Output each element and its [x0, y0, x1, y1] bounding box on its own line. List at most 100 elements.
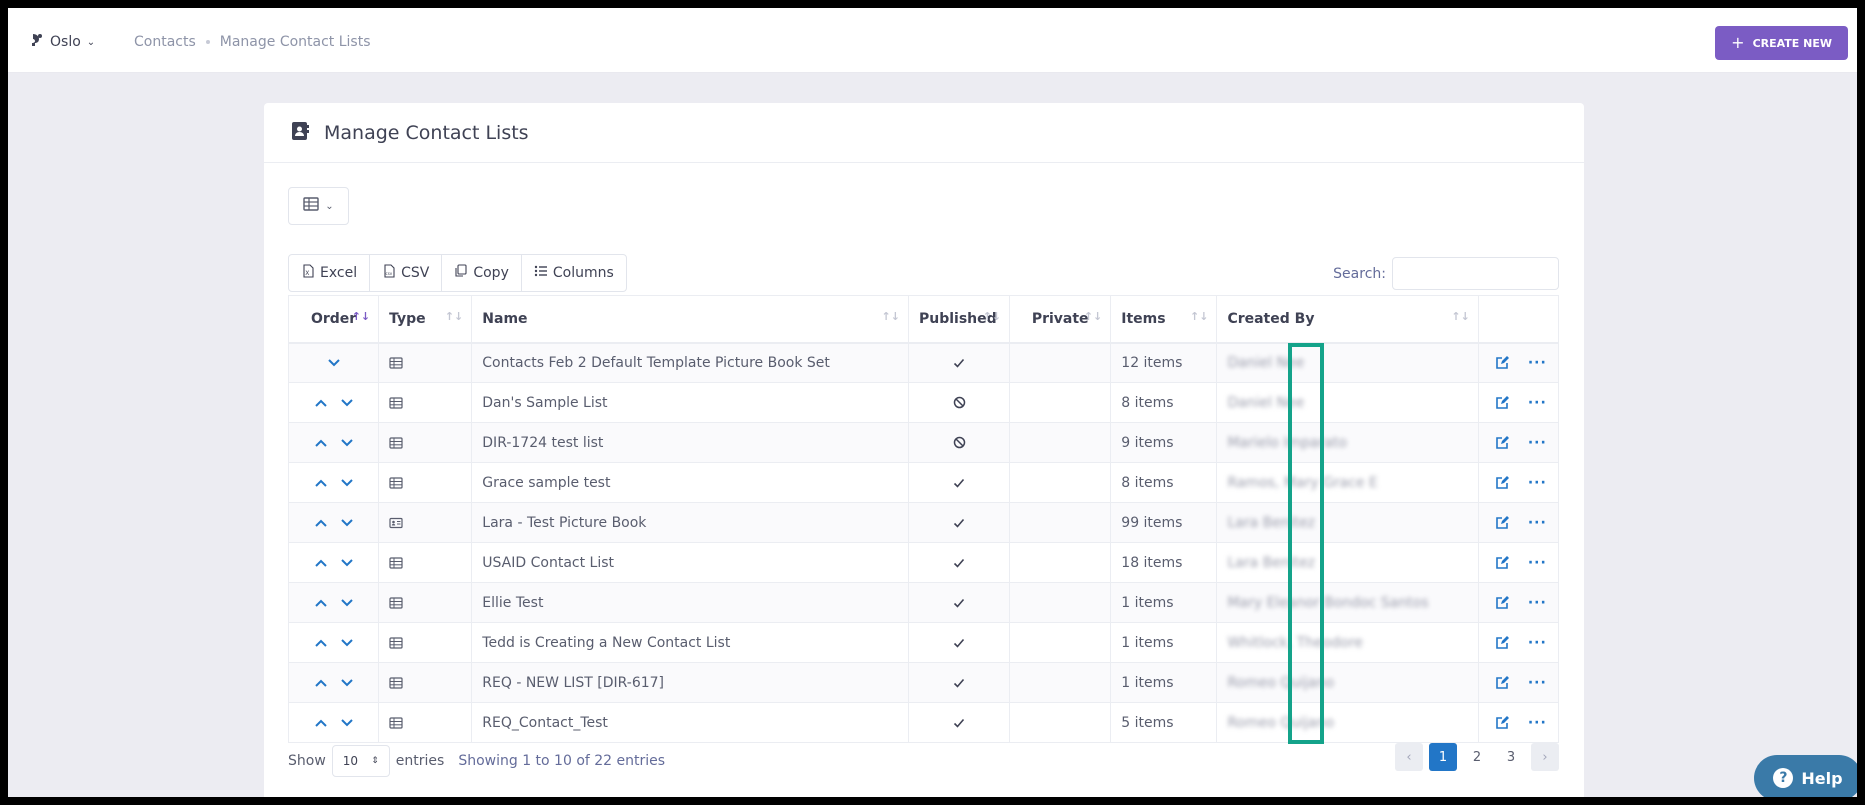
creator-name: Whitlock, Theodore	[1227, 634, 1363, 651]
list-name: Ellie Test	[482, 594, 544, 611]
move-down-icon[interactable]	[340, 676, 354, 690]
org-switcher[interactable]: Oslo ⌄	[28, 8, 95, 76]
edit-icon[interactable]	[1495, 395, 1510, 410]
edit-icon[interactable]	[1495, 515, 1510, 530]
move-up-icon[interactable]	[314, 676, 328, 690]
help-button[interactable]: ? Help	[1754, 755, 1857, 797]
edit-icon[interactable]	[1495, 435, 1510, 450]
excel-button[interactable]: X Excel	[289, 255, 371, 291]
creator-name: Daniel Nee	[1227, 354, 1305, 371]
move-down-icon[interactable]	[327, 356, 341, 370]
more-options-icon[interactable]: ···	[1528, 395, 1547, 411]
address-book-icon	[290, 121, 310, 145]
view-toggle-dropdown[interactable]: ⌄	[288, 187, 349, 225]
edit-icon[interactable]	[1495, 475, 1510, 490]
header-created-by[interactable]: Created By ↑↓	[1216, 295, 1479, 344]
items-cell: 8 items	[1110, 462, 1218, 503]
move-down-icon[interactable]	[340, 716, 354, 730]
move-down-icon[interactable]	[340, 556, 354, 570]
edit-icon[interactable]	[1495, 675, 1510, 690]
items-cell: 5 items	[1110, 702, 1218, 743]
created-by-cell: Daniel Nee	[1216, 382, 1479, 423]
edit-icon[interactable]	[1495, 715, 1510, 730]
edit-icon[interactable]	[1495, 635, 1510, 650]
move-up-icon[interactable]	[314, 436, 328, 450]
created-by-cell: Ramos, Mary Grace E	[1216, 462, 1479, 503]
table-icon	[389, 636, 461, 650]
table-row: Grace sample test 8 items Ramos, Mary Grac…	[287, 462, 1560, 503]
published-cell	[907, 502, 1011, 543]
prev-page-button[interactable]: ‹	[1395, 743, 1423, 771]
create-new-button[interactable]: + CREATE NEW	[1715, 26, 1848, 60]
move-up-icon[interactable]	[314, 596, 328, 610]
more-options-icon[interactable]: ···	[1528, 635, 1547, 651]
more-options-icon[interactable]: ···	[1528, 555, 1547, 571]
list-name: REQ_Contact_Test	[482, 714, 608, 731]
item-count: 8 items	[1121, 474, 1174, 491]
move-up-icon[interactable]	[314, 636, 328, 650]
move-up-icon[interactable]	[314, 556, 328, 570]
actions-cell: ···	[1477, 422, 1560, 463]
move-down-icon[interactable]	[340, 516, 354, 530]
item-count: 1 items	[1121, 674, 1174, 691]
move-up-icon[interactable]	[314, 716, 328, 730]
items-cell: 1 items	[1110, 622, 1218, 663]
breadcrumb-contacts[interactable]: Contacts	[134, 34, 196, 50]
page-button-1[interactable]: 1	[1429, 743, 1457, 771]
more-options-icon[interactable]: ···	[1528, 435, 1547, 451]
more-options-icon[interactable]: ···	[1528, 675, 1547, 691]
search-input[interactable]	[1392, 257, 1559, 290]
type-cell	[378, 462, 473, 503]
move-up-icon[interactable]	[314, 516, 328, 530]
breadcrumb: Contacts Manage Contact Lists	[134, 8, 371, 76]
edit-icon[interactable]	[1495, 595, 1510, 610]
more-options-icon[interactable]: ···	[1528, 715, 1547, 731]
move-down-icon[interactable]	[340, 636, 354, 650]
header-order[interactable]: Order ↑↓	[287, 295, 380, 344]
more-options-icon[interactable]: ···	[1528, 515, 1547, 531]
page-size-select[interactable]: 10 ⇕	[331, 745, 390, 777]
edit-icon[interactable]	[1495, 555, 1510, 570]
header-published[interactable]: Published ↑↓	[907, 295, 1011, 344]
sort-icon: ↑↓	[1451, 310, 1470, 323]
table-row: REQ_Contact_Test 5 items Romeo Quijano ···	[287, 702, 1560, 743]
more-options-icon[interactable]: ···	[1528, 355, 1547, 371]
header-name[interactable]: Name ↑↓	[471, 295, 909, 344]
items-cell: 9 items	[1110, 422, 1218, 463]
page-button-3[interactable]: 3	[1497, 743, 1525, 771]
next-page-button[interactable]: ›	[1531, 743, 1559, 771]
move-down-icon[interactable]	[340, 436, 354, 450]
table-row: Contacts Feb 2 Default Template Picture …	[287, 342, 1560, 383]
move-up-icon[interactable]	[314, 476, 328, 490]
move-down-icon[interactable]	[340, 396, 354, 410]
edit-icon[interactable]	[1495, 355, 1510, 370]
type-cell	[378, 622, 473, 663]
copy-button[interactable]: Copy	[442, 255, 522, 291]
check-icon	[919, 477, 999, 489]
ban-icon	[919, 396, 999, 409]
header-items[interactable]: Items ↑↓	[1110, 295, 1218, 344]
item-count: 9 items	[1121, 434, 1174, 451]
item-count: 1 items	[1121, 594, 1174, 611]
sort-asc-icon: ↑↓	[351, 310, 371, 323]
table-info: Showing 1 to 10 of 22 entries	[458, 753, 666, 769]
move-down-icon[interactable]	[340, 596, 354, 610]
table-row: Tedd is Creating a New Contact List 1 ite…	[287, 622, 1560, 663]
header-type[interactable]: Type ↑↓	[378, 295, 473, 344]
chevron-down-icon: ⌄	[86, 36, 96, 48]
published-cell	[907, 622, 1011, 663]
created-by-cell: Whitlock, Theodore	[1216, 622, 1479, 663]
more-options-icon[interactable]: ···	[1528, 595, 1547, 611]
select-arrows-icon: ⇕	[371, 756, 379, 766]
more-options-icon[interactable]: ···	[1528, 475, 1547, 491]
actions-cell: ···	[1477, 582, 1560, 623]
order-cell	[287, 502, 380, 543]
creator-name: Daniel Nee	[1227, 394, 1305, 411]
columns-button[interactable]: Columns	[522, 255, 626, 291]
move-up-icon[interactable]	[314, 396, 328, 410]
page-button-2[interactable]: 2	[1463, 743, 1491, 771]
move-down-icon[interactable]	[340, 476, 354, 490]
list-name: Dan's Sample List	[482, 394, 608, 411]
header-private[interactable]: Private ↑↓	[1009, 295, 1112, 344]
csv-button[interactable]: csv CSV	[370, 255, 443, 291]
